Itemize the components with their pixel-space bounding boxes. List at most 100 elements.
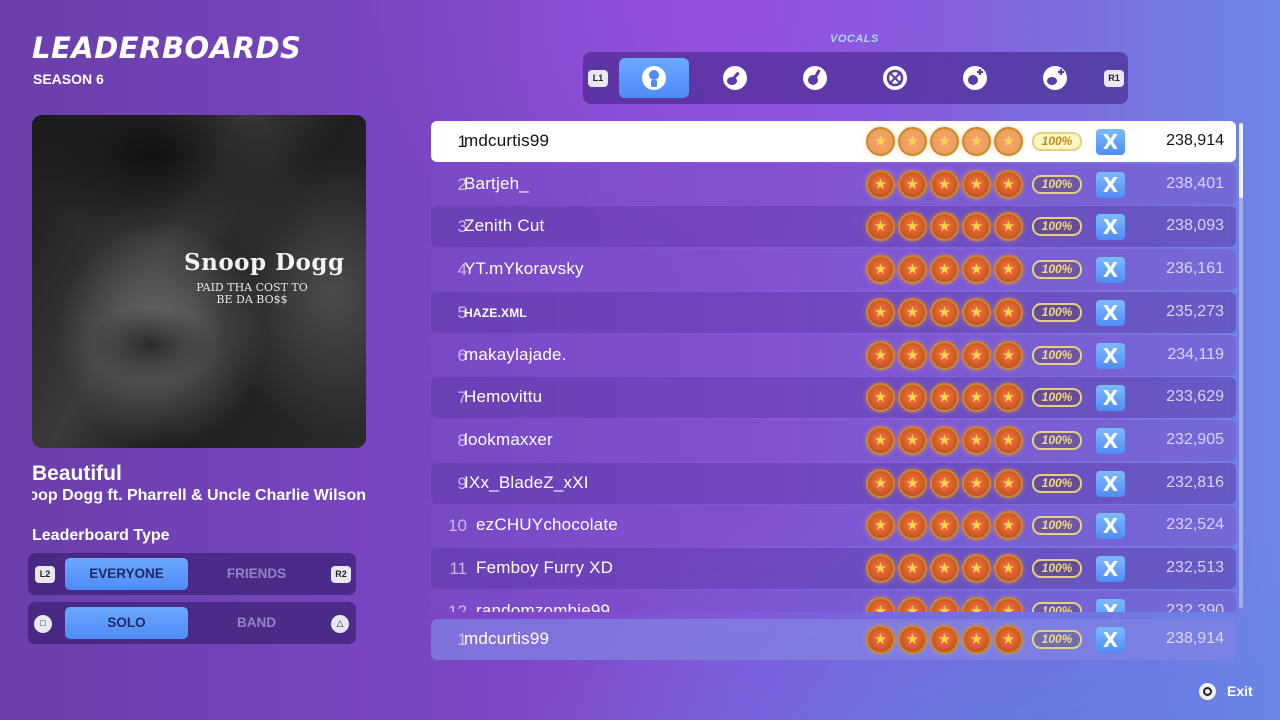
- band-option[interactable]: BAND: [195, 607, 318, 639]
- difficulty-badge: X: [1096, 214, 1125, 241]
- leaderboard-row[interactable]: 1mdcurtis99 100% X 238,914: [431, 121, 1236, 162]
- star-icon: [962, 625, 991, 654]
- instrument-tab-vocals[interactable]: [619, 58, 689, 98]
- star-icon: [994, 212, 1023, 242]
- leaderboard-row[interactable]: 12 randomzombie99 100% X 232,390: [431, 590, 1236, 612]
- leaderboard-row[interactable]: 10 ezCHUYchocolate 100% X 232,524: [431, 505, 1236, 547]
- rank-number: 2: [457, 174, 467, 194]
- player-name: lookmaxxer: [464, 429, 553, 449]
- star-icon: [866, 383, 895, 413]
- score-value: 233,629: [1166, 388, 1224, 406]
- player-name: IXx_BladeZ_xXI: [464, 472, 589, 492]
- difficulty-badge: X: [1096, 129, 1125, 155]
- my-entry-row[interactable]: 1mdcurtis99 100% X 238,914: [431, 619, 1236, 660]
- triangle-button-icon[interactable]: △: [331, 615, 349, 633]
- leaderboard-type-label: Leaderboard Type: [32, 527, 170, 544]
- star-icon: [962, 383, 991, 413]
- star-icon: [866, 169, 895, 199]
- r2-button-icon[interactable]: R2: [331, 566, 351, 583]
- star-icon: [930, 297, 959, 327]
- star-icon: [898, 212, 927, 242]
- accuracy-badge: 100%: [1032, 174, 1082, 194]
- star-icon: [962, 596, 991, 612]
- star-icon: [866, 297, 895, 327]
- leaderboard-row[interactable]: 11 Femboy Furry XD 100% X 232,513: [431, 548, 1236, 589]
- difficulty-badge: X: [1096, 513, 1125, 540]
- microphone-icon: [642, 66, 666, 90]
- leaderboard-list[interactable]: 1mdcurtis99 100% X 238,914 2Bartjeh_ 100% X 238…: [431, 121, 1236, 612]
- leaderboard-row[interactable]: 3Zenith Cut 100% X 238,093: [431, 206, 1236, 248]
- player-name: HAZE.XML: [464, 305, 527, 320]
- star-icon: [962, 511, 991, 541]
- bass-icon: [803, 66, 827, 90]
- instrument-tab-pro-guitar[interactable]: [1020, 58, 1090, 98]
- star-icon: [962, 127, 991, 156]
- player-name: makaylajade.: [464, 344, 567, 364]
- star-icon: [866, 511, 895, 541]
- player-name: mdcurtis99: [464, 629, 550, 648]
- accuracy-badge: 100%: [1032, 345, 1082, 365]
- player-name: randomzombie99: [476, 600, 611, 612]
- star-icon: [866, 212, 895, 242]
- star-icon: [994, 297, 1023, 327]
- player-name: Zenith Cut: [464, 216, 545, 236]
- star-icon: [898, 425, 927, 455]
- pro-bass-icon: [963, 66, 987, 90]
- accuracy-badge: 100%: [1032, 430, 1082, 450]
- rank-number: 5: [457, 302, 467, 322]
- l2-button-icon[interactable]: L2: [35, 566, 55, 583]
- star-icon: [866, 340, 895, 370]
- instrument-tab-bass[interactable]: [780, 58, 850, 98]
- score-value: 238,914: [1166, 630, 1224, 647]
- r1-button-icon[interactable]: R1: [1104, 70, 1124, 87]
- rank-number: 9: [457, 473, 467, 493]
- everyone-option[interactable]: EVERYONE: [65, 558, 188, 590]
- player-name: Bartjeh_: [464, 173, 529, 193]
- star-icon: [898, 255, 927, 285]
- star-icon: [898, 625, 927, 654]
- instrument-tab-drums[interactable]: [860, 58, 930, 98]
- difficulty-badge: X: [1096, 342, 1125, 369]
- leaderboard-row[interactable]: 5HAZE.XML 100% X 235,273: [431, 291, 1236, 333]
- accuracy-badge: 100%: [1032, 601, 1082, 612]
- score-value: 232,513: [1166, 559, 1224, 576]
- score-value: 238,914: [1166, 132, 1224, 149]
- scrollbar[interactable]: [1239, 123, 1243, 608]
- star-icon: [930, 340, 959, 370]
- leaderboard-row[interactable]: 4YT.mYkoravsky 100% X 236,161: [431, 249, 1236, 291]
- instrument-tab-pro-bass[interactable]: [940, 58, 1010, 98]
- score-value: 232,905: [1166, 430, 1224, 448]
- album-title-logo: PAID THA COST TO BE DA BO$$: [196, 281, 308, 306]
- leaderboard-row[interactable]: 2Bartjeh_ 100% X 238,401: [431, 163, 1236, 205]
- leaderboard-row[interactable]: 8lookmaxxer 100% X 232,905: [431, 419, 1236, 461]
- friends-option[interactable]: FRIENDS: [195, 558, 318, 590]
- star-icon: [930, 169, 959, 199]
- star-icon: [898, 340, 927, 370]
- instrument-tab-guitar[interactable]: [700, 58, 770, 98]
- leaderboard-row[interactable]: 6makaylajade. 100% X 234,119: [431, 334, 1236, 376]
- star-icon: [866, 425, 895, 455]
- difficulty-badge: X: [1096, 257, 1125, 284]
- score-value: 232,390: [1166, 601, 1224, 612]
- scrollbar-thumb[interactable]: [1239, 123, 1243, 198]
- star-icon: [898, 596, 927, 612]
- star-icon: [962, 340, 991, 370]
- rank-number: 1: [457, 630, 467, 649]
- star-icon: [930, 212, 959, 242]
- star-icon: [930, 425, 959, 455]
- star-icon: [994, 468, 1023, 498]
- rank-number: 6: [457, 345, 467, 365]
- square-button-icon[interactable]: □: [34, 615, 52, 633]
- accuracy-badge: 100%: [1032, 217, 1082, 237]
- leaderboard-row[interactable]: 9IXx_BladeZ_xXI 100% X 232,816: [431, 462, 1236, 504]
- difficulty-badge: X: [1096, 627, 1125, 653]
- star-icon: [866, 554, 895, 583]
- leaderboard-row[interactable]: 7Hemovittu 100% X 233,629: [431, 377, 1236, 419]
- player-name: YT.mYkoravsky: [464, 259, 584, 279]
- solo-option[interactable]: SOLO: [65, 607, 188, 639]
- l1-button-icon[interactable]: L1: [588, 70, 608, 87]
- accuracy-badge: 100%: [1032, 302, 1082, 322]
- accuracy-badge: 100%: [1032, 388, 1082, 408]
- star-icon: [866, 127, 895, 156]
- star-icon: [962, 297, 991, 327]
